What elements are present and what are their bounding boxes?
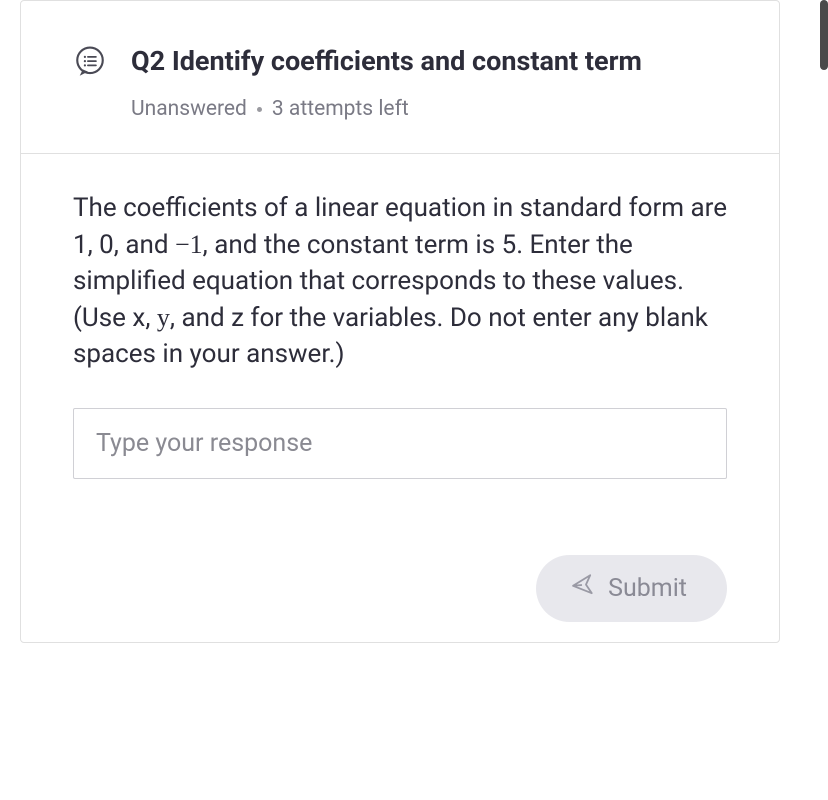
send-icon bbox=[570, 573, 594, 604]
card-body: The coefficients of a linear equation in… bbox=[21, 154, 779, 519]
question-title: Q2 Identify coefficients and constant te… bbox=[131, 43, 727, 79]
card-header: Q2 Identify coefficients and constant te… bbox=[21, 1, 779, 154]
status-attempts: 3 attempts left bbox=[272, 97, 409, 121]
submit-button[interactable]: Submit bbox=[536, 555, 727, 622]
status-separator-dot bbox=[257, 107, 262, 112]
submit-label: Submit bbox=[608, 574, 687, 603]
list-bubble-icon bbox=[73, 45, 107, 83]
status-unanswered: Unanswered bbox=[131, 97, 247, 121]
question-card: Q2 Identify coefficients and constant te… bbox=[20, 0, 780, 643]
question-body-text: The coefficients of a linear equation in… bbox=[73, 190, 727, 372]
header-text: Q2 Identify coefficients and constant te… bbox=[131, 43, 727, 121]
response-input[interactable] bbox=[73, 408, 727, 479]
scrollbar[interactable] bbox=[820, 0, 828, 70]
submit-row: Submit bbox=[21, 519, 779, 642]
status-row: Unanswered 3 attempts left bbox=[131, 97, 727, 121]
